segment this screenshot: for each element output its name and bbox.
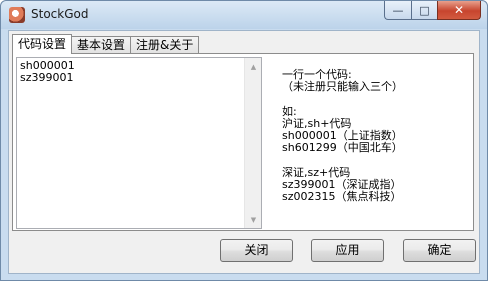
close-window-button[interactable]: ✕ <box>437 1 481 20</box>
maximize-icon: □ <box>419 3 430 17</box>
tab-page-code-settings: sh000001 sz399001 ▲ ▼ 一行一个代码: （未注册只能输入三个… <box>12 53 474 231</box>
help-line: sz002315（焦点科技） <box>282 189 402 203</box>
app-window: StockGod — □ ✕ 代码设置 基本设置 注册&关于 sh000001 … <box>0 0 488 281</box>
code-list-scrollbar[interactable]: ▲ ▼ <box>244 58 261 228</box>
ok-button[interactable]: 确定 <box>403 239 476 262</box>
client-area: 代码设置 基本设置 注册&关于 sh000001 sz399001 ▲ ▼ 一行… <box>8 30 480 274</box>
tab-basic-settings[interactable]: 基本设置 <box>72 36 132 54</box>
window-controls: — □ ✕ <box>384 1 481 20</box>
app-icon <box>9 7 25 23</box>
help-line: 如: <box>282 104 297 118</box>
close-icon: ✕ <box>453 3 465 17</box>
scroll-down-icon[interactable]: ▼ <box>245 211 262 228</box>
window-title: StockGod <box>31 7 89 21</box>
tab-register-about[interactable]: 注册&关于 <box>131 36 200 54</box>
tab-strip: 代码设置 基本设置 注册&关于 <box>12 34 200 54</box>
title-bar[interactable]: StockGod — □ ✕ <box>1 1 487 29</box>
code-list-box: sh000001 sz399001 ▲ ▼ <box>16 57 262 229</box>
tab-code-settings[interactable]: 代码设置 <box>12 34 73 54</box>
help-line <box>282 93 462 105</box>
help-text: 一行一个代码: （未注册只能输入三个） 如: 沪证,sh+代码 sh000001… <box>282 68 462 203</box>
maximize-button[interactable]: □ <box>411 1 437 20</box>
help-line <box>282 154 462 166</box>
help-line: （未注册只能输入三个） <box>282 80 403 94</box>
minimize-icon: — <box>392 3 404 17</box>
close-button[interactable]: 关闭 <box>220 239 293 262</box>
code-list-input[interactable]: sh000001 sz399001 <box>20 60 242 226</box>
scroll-up-icon[interactable]: ▲ <box>245 58 262 75</box>
help-line: sh601299（中国北车） <box>282 141 403 155</box>
minimize-button[interactable]: — <box>384 1 411 20</box>
help-line: 深证,sz+代码 <box>282 165 351 179</box>
apply-button[interactable]: 应用 <box>311 239 384 262</box>
